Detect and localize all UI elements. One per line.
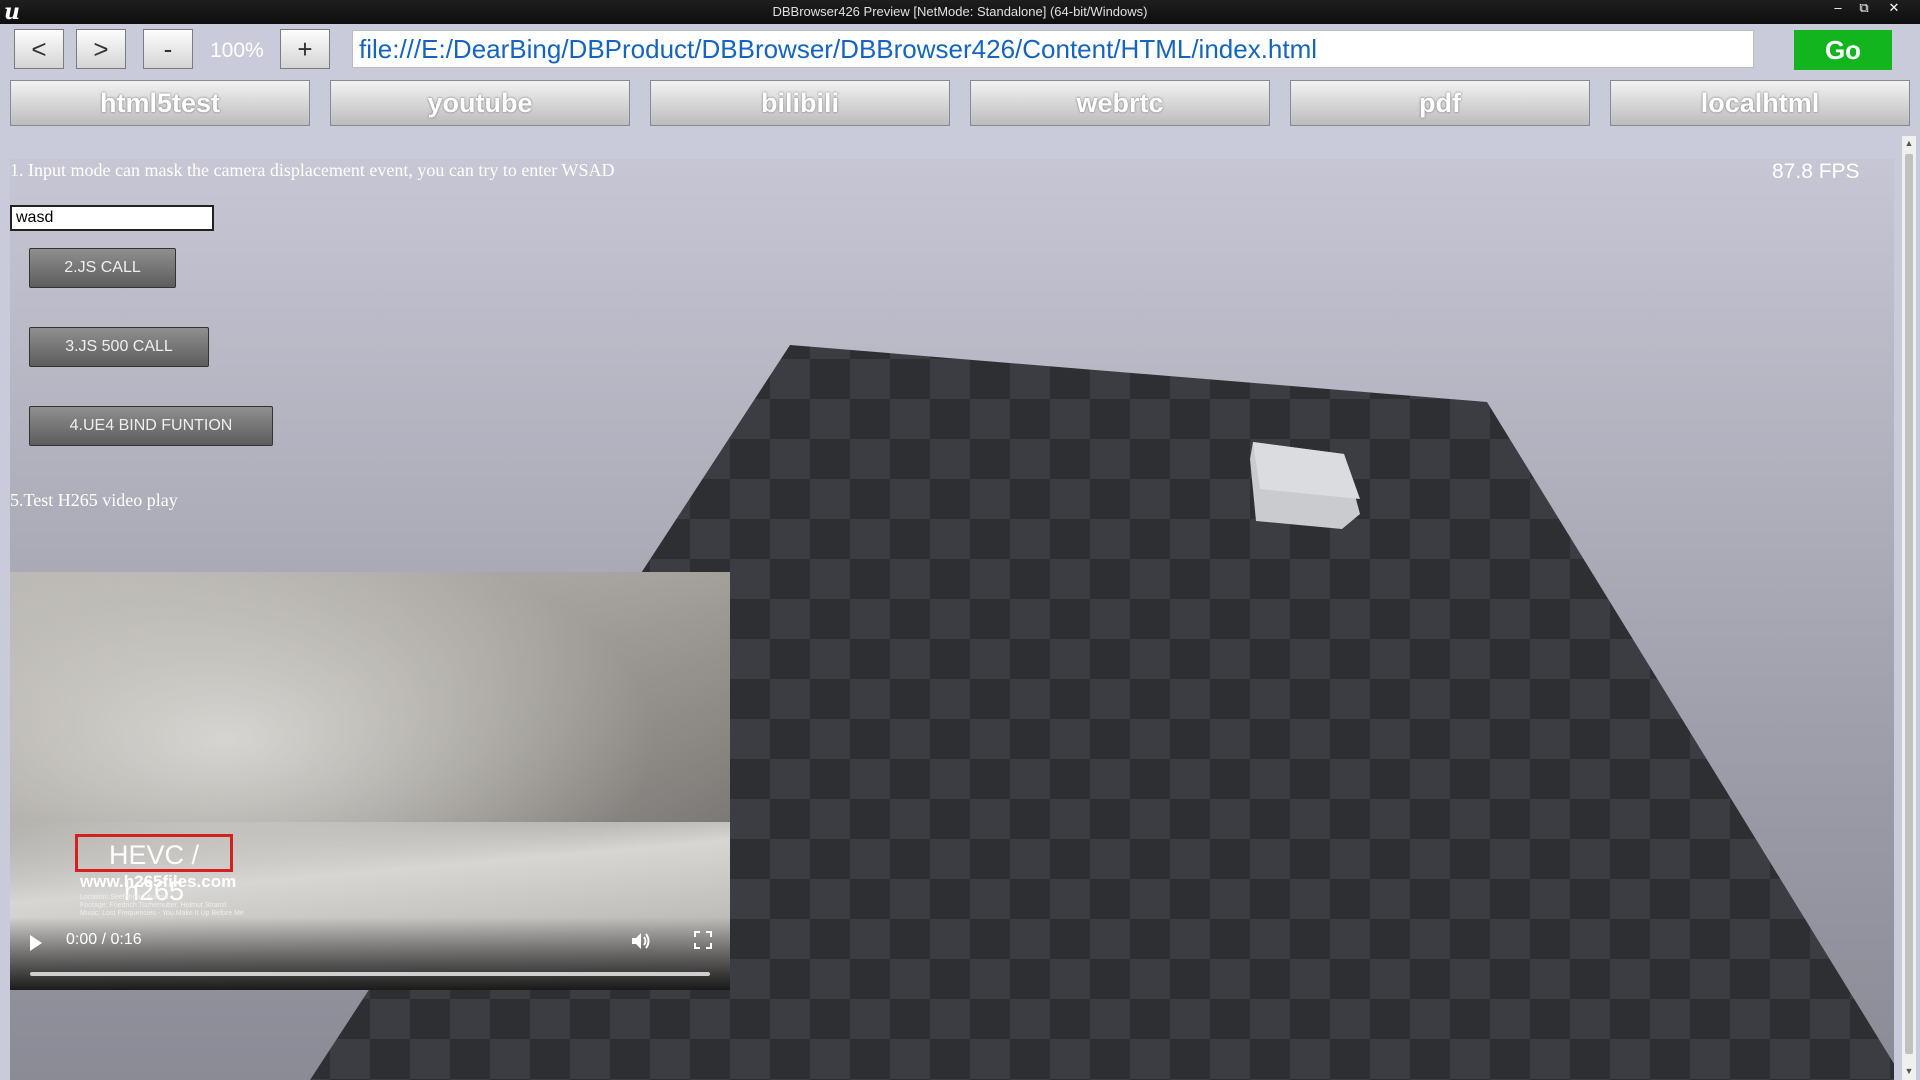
js-call-button[interactable]: 2.JS CALL [29, 248, 176, 288]
instruction-text: 1. Input mode can mask the camera displa… [10, 160, 615, 180]
scroll-up-icon[interactable]: ▲ [1902, 136, 1916, 150]
js-500-call-button[interactable]: 3.JS 500 CALL [29, 327, 209, 367]
scroll-down-icon[interactable]: ▼ [1902, 1064, 1916, 1078]
h265-section-label: 5.Test H265 video play [10, 490, 178, 510]
minimize-icon[interactable]: – [1826, 0, 1850, 18]
bookmark-webrtc[interactable]: webrtc [970, 80, 1270, 126]
bookmark-html5test[interactable]: html5test [10, 80, 310, 126]
video-hevc-title: HEVC / h265 [75, 834, 233, 906]
bookmark-bilibili[interactable]: bilibili [650, 80, 950, 126]
bookmark-bar: html5test youtube bilibili webrtc pdf lo… [0, 76, 1920, 132]
close-icon[interactable]: ✕ [1882, 0, 1906, 18]
volume-icon[interactable] [630, 931, 652, 951]
video-credit-line: Location: Seefahrer / Austria [80, 894, 169, 901]
play-icon[interactable] [30, 935, 42, 951]
video-credit-line: Footage: Friedrich Tschernutter, Helmut … [80, 902, 227, 909]
forward-button[interactable]: > [76, 29, 126, 69]
zoom-out-button[interactable]: - [143, 29, 193, 69]
restore-icon[interactable]: ⧉ [1852, 0, 1876, 18]
h265-video-player[interactable]: HEVC / h265 www.h265files.com Location: … [10, 572, 730, 990]
vertical-scrollbar[interactable]: ▲ ▼ [1902, 136, 1916, 1080]
window-title: DBBrowser426 Preview [NetMode: Standalon… [772, 4, 1148, 19]
ue4-bind-function-button[interactable]: 4.UE4 BIND FUNTION [29, 406, 273, 446]
bookmark-localhtml[interactable]: localhtml [1610, 80, 1910, 126]
bookmark-pdf[interactable]: pdf [1290, 80, 1590, 126]
back-button[interactable]: < [14, 29, 64, 69]
zoom-in-button[interactable]: + [280, 29, 330, 69]
navigation-bar: < > - 100% + file:///E:/DearBing/DBProdu… [0, 24, 1920, 74]
zoom-level: 100% [210, 39, 264, 62]
video-overlay-url: www.h265files.com [80, 872, 237, 891]
window-title-bar: u DBBrowser426 Preview [NetMode: Standal… [0, 0, 1920, 24]
video-controls: 0:00 / 0:16 [10, 917, 730, 990]
go-button[interactable]: Go [1794, 30, 1892, 70]
fullscreen-icon[interactable] [694, 931, 712, 949]
fps-counter: 87.8 FPS [1772, 160, 1860, 183]
scrollbar-thumb[interactable] [1905, 154, 1913, 1054]
video-credits: Location: Seefahrer / Austria Footage: F… [80, 894, 244, 918]
video-progress-bar[interactable] [30, 972, 710, 976]
wasd-input[interactable]: wasd [10, 205, 214, 231]
video-time: 0:00 / 0:16 [66, 931, 142, 948]
bookmark-youtube[interactable]: youtube [330, 80, 630, 126]
url-input[interactable]: file:///E:/DearBing/DBProduct/DBBrowser/… [352, 30, 1754, 68]
